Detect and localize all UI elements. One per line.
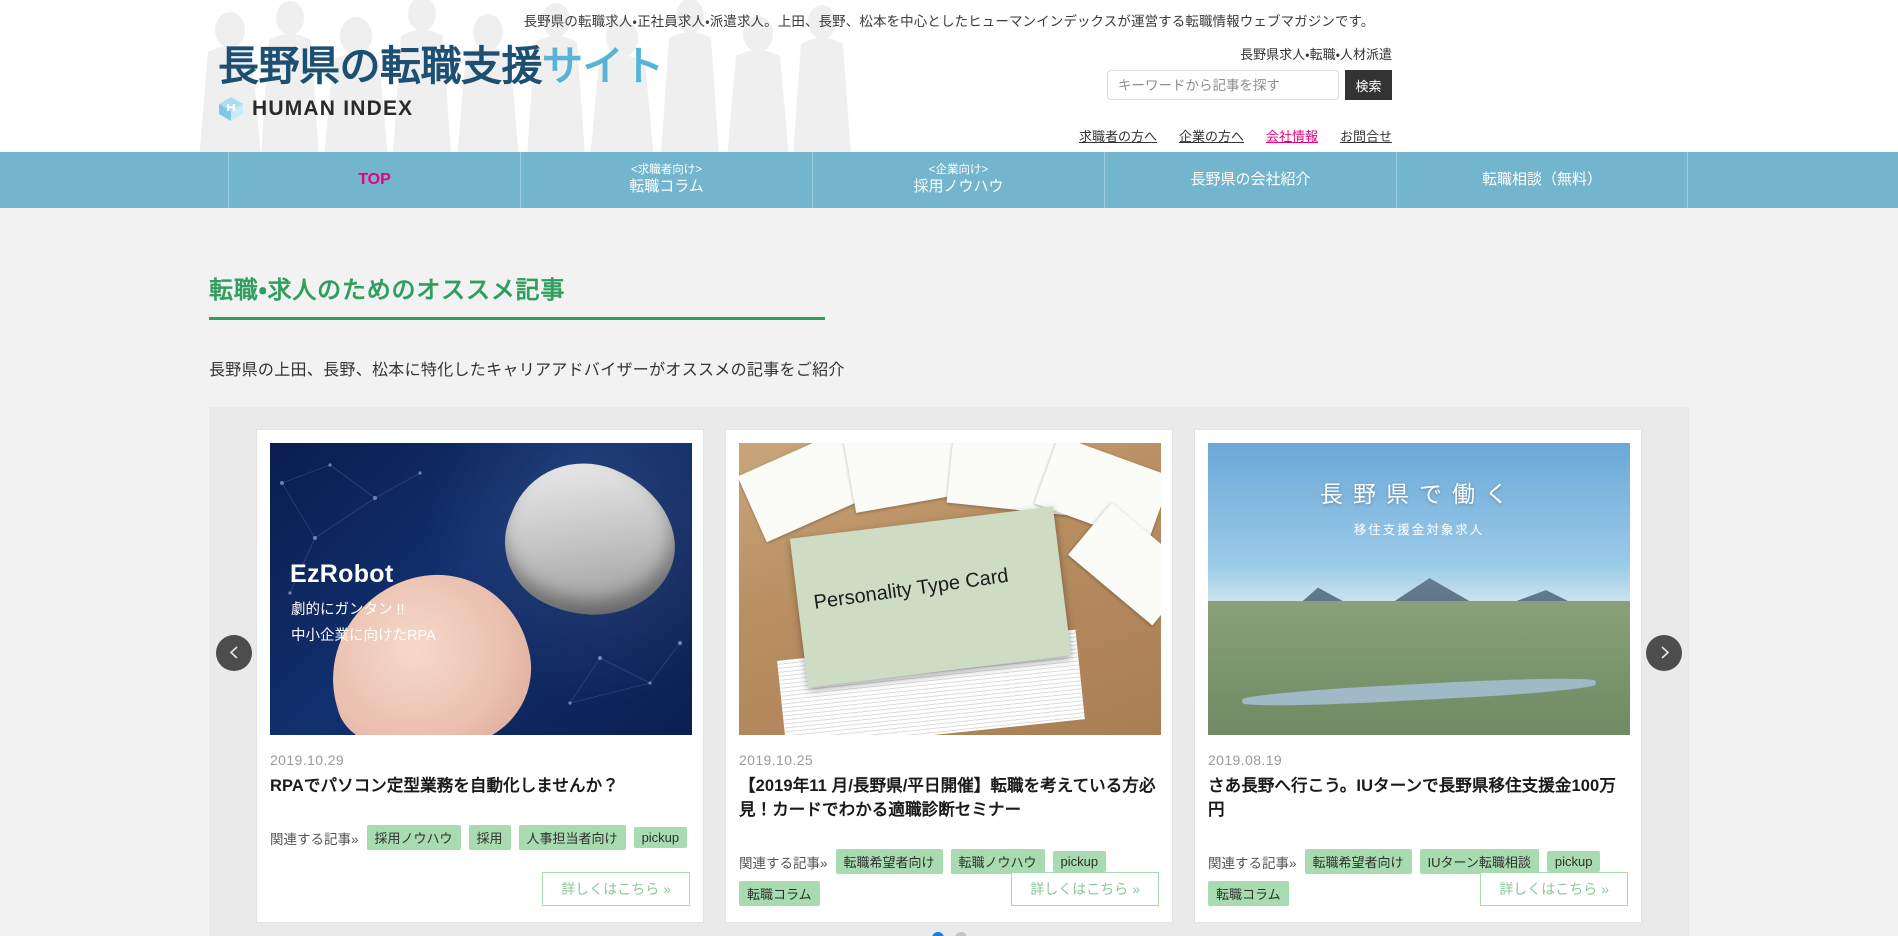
utility-link-corporate-info[interactable]: 会社情報 <box>1266 126 1318 145</box>
main-content: 転職・求人のためのオススメ記事 長野県の上田、長野、松本に特化したキャリアアドバ… <box>0 208 1898 936</box>
article-card[interactable]: 長野県で働く 移住支援金対象求人 2019.08.19 さあ長野へ行こう。IUタ… <box>1194 429 1642 923</box>
thumbnail-line1-1: 劇的にガンタン !! <box>291 598 405 619</box>
page-root: 長野県の転職求人・正社員求人・派遣求人。上田、長野、松本を中心としたヒューマンイ… <box>0 0 1898 936</box>
article-title[interactable]: さあ長野へ行こう。IUターンで長野県移住支援金100万円 <box>1208 775 1628 823</box>
logo-wordmark-dark: 長野県の転職支援 <box>218 43 542 89</box>
site-header: 長野県の転職求人・正社員求人・派遣求人。上田、長野、松本を中心としたヒューマンイ… <box>0 0 1898 152</box>
nav-item-recruiting-knowhow-label: 採用ノウハウ <box>913 178 1003 197</box>
nav-item-career-column[interactable]: <求職者向け> 転職コラム <box>520 152 812 208</box>
utility-link-contact[interactable]: お問合せ <box>1340 126 1392 145</box>
article-tag[interactable]: 採用ノウハウ <box>367 825 461 850</box>
article-tag[interactable]: 転職希望者向け <box>836 849 943 874</box>
nav-item-top[interactable]: TOP <box>228 152 520 208</box>
townscape-decoration <box>1208 601 1630 735</box>
thumbnail-title-1: EzRobot <box>290 560 393 589</box>
search-caption: 長野県求人・転職・人材派遣 <box>1107 44 1392 63</box>
nav-item-company-intro-label: 長野県の会社紹介 <box>1190 171 1310 190</box>
logo-wordmark: 長野県の転職支援サイト <box>218 46 664 87</box>
article-title[interactable]: RPAでパソコン定型業務を自動化しませんか？ <box>270 775 690 799</box>
related-articles-label: 関連する記事» <box>1208 852 1297 872</box>
nav-item-company-intro[interactable]: 長野県の会社紹介 <box>1104 152 1396 208</box>
logo-wordmark-light: サイト <box>542 43 664 89</box>
utility-link-company[interactable]: 企業の方へ <box>1179 126 1244 145</box>
article-tag[interactable]: pickup <box>634 827 688 848</box>
article-thumbnail[interactable]: Personality Type Card <box>739 443 1161 735</box>
thumbnail-personality-cards-photo: Personality Type Card <box>739 443 1161 735</box>
article-tag[interactable]: 転職コラム <box>739 881 820 906</box>
article-tag-list: 関連する記事» 採用ノウハウ 採用 人事担当者向け pickup <box>270 825 690 850</box>
article-card[interactable]: EzRobot 劇的にガンタン !! 中小企業に向けたRPA 2019.10.2… <box>256 429 704 923</box>
article-tag[interactable]: 転職ノウハウ <box>951 849 1045 874</box>
related-articles-label: 関連する記事» <box>739 852 828 872</box>
article-tag[interactable]: 転職希望者向け <box>1305 849 1412 874</box>
article-date: 2019.08.19 <box>1208 752 1628 768</box>
section-title: 転職・求人のためのオススメ記事 <box>209 270 825 320</box>
nav-item-free-consultation-label: 転職相談（無料） <box>1482 171 1602 190</box>
article-thumbnail[interactable]: 長野県で働く 移住支援金対象求人 <box>1208 443 1630 735</box>
article-date: 2019.10.29 <box>270 752 690 768</box>
carousel-prev-arrow-icon[interactable] <box>216 635 252 671</box>
carousel-dot-1[interactable] <box>932 932 944 936</box>
article-cta-wrap: 詳しくはこちら » <box>542 872 690 906</box>
article-thumbnail[interactable]: EzRobot 劇的にガンタン !! 中小企業に向けたRPA <box>270 443 692 735</box>
recommended-articles-carousel: EzRobot 劇的にガンタン !! 中小企業に向けたRPA 2019.10.2… <box>209 407 1689 936</box>
search-row: 検索 <box>1107 70 1392 100</box>
search-input[interactable] <box>1107 70 1339 100</box>
read-more-button[interactable]: 詳しくはこちら » <box>1480 872 1628 906</box>
thumbnail-title-2: Personality Type Card <box>812 564 1010 614</box>
header-search-area: 長野県求人・転職・人材派遣 検索 <box>1107 44 1392 100</box>
content-container: 転職・求人のためのオススメ記事 長野県の上田、長野、松本に特化したキャリアアドバ… <box>209 250 1689 936</box>
article-tag[interactable]: pickup <box>1547 851 1601 872</box>
nav-item-recruiting-knowhow-sup: <企業向け> <box>929 163 988 178</box>
article-title[interactable]: 【2019年11 月/長野県/平日開催】転職を考えている方必見！カードでわかる適… <box>739 775 1159 823</box>
section-subtitle: 長野県の上田、長野、松本に特化したキャリアアドバイザーがオススメの記事をご紹介 <box>209 356 1689 380</box>
thumbnail-line1-3: 移住支援金対象求人 <box>1208 519 1630 538</box>
article-cta-wrap: 詳しくはこちら » <box>1011 872 1159 906</box>
carousel-card-list: EzRobot 劇的にガンタン !! 中小企業に向けたRPA 2019.10.2… <box>209 429 1689 923</box>
chevron-left-icon <box>227 645 242 660</box>
article-tag[interactable]: IUターン転職相談 <box>1420 849 1539 874</box>
header-utility-links: 求職者の方へ 企業の方へ 会社情報 お問合せ <box>1079 126 1392 145</box>
read-more-button[interactable]: 詳しくはこちら » <box>542 872 690 906</box>
article-date: 2019.10.25 <box>739 752 1159 768</box>
article-cta-wrap: 詳しくはこちら » <box>1480 872 1628 906</box>
article-card[interactable]: Personality Type Card 2019.10.25 【2019年1… <box>725 429 1173 923</box>
related-articles-label: 関連する記事» <box>270 828 359 848</box>
article-tag[interactable]: pickup <box>1053 851 1107 872</box>
nav-item-recruiting-knowhow[interactable]: <企業向け> 採用ノウハウ <box>812 152 1104 208</box>
thumbnail-title-3: 長野県で働く <box>1208 475 1630 509</box>
carousel-next-arrow-icon[interactable] <box>1646 635 1682 671</box>
site-logo[interactable]: 長野県の転職支援サイト HUMAN INDEX <box>218 46 664 122</box>
article-tag[interactable]: 転職コラム <box>1208 881 1289 906</box>
carousel-pagination-dots <box>209 932 1689 936</box>
personality-type-card: Personality Type Card <box>790 506 1071 687</box>
chevron-right-icon <box>1657 645 1672 660</box>
main-navigation: TOP <求職者向け> 転職コラム <企業向け> 採用ノウハウ 長野県の会社紹介… <box>0 152 1898 208</box>
site-tagline: 長野県の転職求人・正社員求人・派遣求人。上田、長野、松本を中心としたヒューマンイ… <box>0 10 1898 30</box>
nav-item-career-column-sup: <求職者向け> <box>631 163 702 178</box>
logo-brand-text: HUMAN INDEX <box>252 97 413 121</box>
logo-brand-row: HUMAN INDEX <box>218 96 664 122</box>
carousel-dot-2[interactable] <box>955 932 967 936</box>
nav-item-free-consultation[interactable]: 転職相談（無料） <box>1396 152 1688 208</box>
article-tag[interactable]: 人事担当者向け <box>519 825 626 850</box>
nav-left-spacer <box>0 152 228 208</box>
read-more-button[interactable]: 詳しくはこちら » <box>1011 872 1159 906</box>
article-tag[interactable]: 採用 <box>469 825 511 850</box>
thumbnail-ezrobot-banner: EzRobot 劇的にガンタン !! 中小企業に向けたRPA <box>270 443 692 735</box>
utility-link-jobseeker[interactable]: 求職者の方へ <box>1079 126 1157 145</box>
nav-item-top-label: TOP <box>358 170 391 190</box>
nav-item-career-column-label: 転職コラム <box>629 178 704 197</box>
human-index-cube-icon <box>218 96 244 122</box>
search-button[interactable]: 検索 <box>1345 70 1392 100</box>
thumbnail-line2-1: 中小企業に向けたRPA <box>291 624 436 645</box>
thumbnail-nagano-landscape: 長野県で働く 移住支援金対象求人 <box>1208 443 1630 735</box>
